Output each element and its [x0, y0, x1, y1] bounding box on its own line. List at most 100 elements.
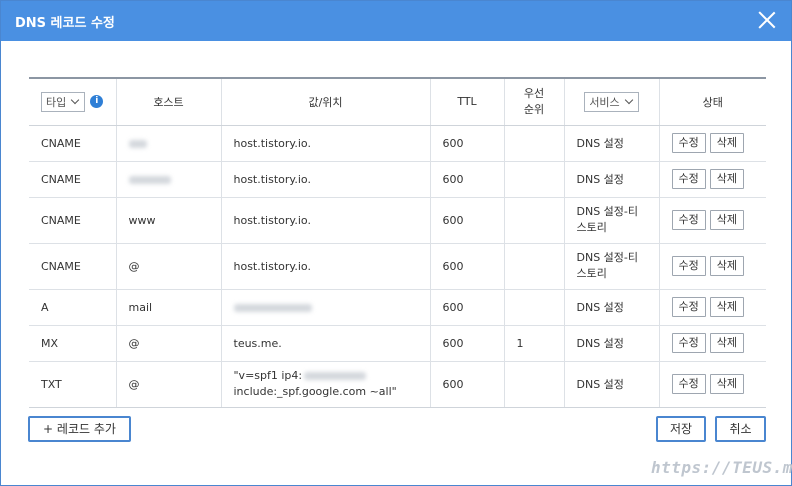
- cell-ttl: 600: [429, 243, 504, 290]
- cell-priority: [503, 361, 564, 408]
- chevron-down-icon: [624, 96, 633, 105]
- cell-priority: [503, 125, 564, 162]
- cell-value: host.tistory.io.: [220, 243, 430, 290]
- cell-priority: [503, 161, 564, 198]
- cell-type: CNAME: [29, 161, 116, 198]
- cell-type: A: [29, 289, 116, 326]
- cell-status: 수정 삭제: [658, 161, 766, 198]
- cell-ttl: 600: [429, 361, 504, 408]
- table-row: CNAME host.tistory.io. 600 DNS 설정 수정 삭제: [29, 125, 766, 162]
- cell-type: CNAME: [29, 197, 116, 244]
- dialog-titlebar: DNS 레코드 수정: [1, 1, 791, 41]
- table-row: TXT @ "v=spf1 ip4: include:_spf.google.c…: [29, 361, 766, 408]
- service-filter-select[interactable]: 서비스: [584, 91, 639, 112]
- cell-value: [220, 289, 430, 326]
- col-priority: 우선 순위: [503, 77, 564, 126]
- cell-host: @: [115, 361, 221, 408]
- type-filter-label: 타입: [46, 95, 67, 109]
- edit-button[interactable]: 수정: [671, 297, 706, 317]
- edit-button[interactable]: 수정: [671, 374, 706, 394]
- delete-button[interactable]: 삭제: [709, 333, 744, 353]
- col-ttl: TTL: [429, 77, 504, 126]
- col-status: 상태: [658, 77, 766, 126]
- delete-button[interactable]: 삭제: [709, 256, 744, 276]
- table-row: MX @ teus.me. 600 1 DNS 설정 수정 삭제: [29, 325, 766, 362]
- redacted-ip: [304, 372, 367, 380]
- cell-value: host.tistory.io.: [220, 197, 430, 244]
- edit-button[interactable]: 수정: [671, 133, 706, 153]
- cell-value: teus.me.: [220, 325, 430, 362]
- type-filter-select[interactable]: 타입: [41, 91, 86, 112]
- cell-host: [115, 125, 221, 162]
- table-row: A mail 600 DNS 설정 수정 삭제: [29, 289, 766, 326]
- cell-host: mail: [115, 289, 221, 326]
- cell-host: @: [115, 243, 221, 290]
- delete-button[interactable]: 삭제: [709, 210, 744, 230]
- dns-records-table: 타입 i 호스트 값/위치 TTL 우선 순위 서비스 상태 CNAME hos…: [29, 77, 766, 408]
- redacted-host: [128, 139, 147, 148]
- info-icon[interactable]: i: [90, 95, 104, 109]
- delete-button[interactable]: 삭제: [709, 297, 744, 317]
- txt-value-line1: "v=spf1 ip4:: [233, 369, 303, 382]
- watermark: https://TEUS.me: [651, 458, 792, 477]
- edit-button[interactable]: 수정: [671, 333, 706, 353]
- cell-priority: 1: [503, 325, 564, 362]
- table-row: CNAME www host.tistory.io. 600 DNS 설정-티 …: [29, 197, 766, 244]
- cell-value: "v=spf1 ip4: include:_spf.google.com ~al…: [220, 361, 430, 408]
- cell-type: MX: [29, 325, 116, 362]
- cell-service: DNS 설정: [563, 325, 659, 362]
- edit-button[interactable]: 수정: [671, 210, 706, 230]
- add-record-button[interactable]: + 레코드 추가: [28, 416, 131, 442]
- cell-status: 수정 삭제: [658, 325, 766, 362]
- cell-service: DNS 설정: [563, 161, 659, 198]
- cell-ttl: 600: [429, 289, 504, 326]
- table-header-row: 타입 i 호스트 값/위치 TTL 우선 순위 서비스 상태: [29, 77, 766, 126]
- col-type: 타입 i: [29, 77, 116, 126]
- chevron-down-icon: [71, 96, 80, 105]
- cell-value: host.tistory.io.: [220, 125, 430, 162]
- cell-service: DNS 설정: [563, 361, 659, 408]
- col-service: 서비스: [563, 77, 659, 126]
- dialog-title: DNS 레코드 수정: [15, 16, 115, 31]
- close-icon[interactable]: [757, 10, 777, 30]
- col-value: 값/위치: [220, 77, 430, 126]
- cell-ttl: 600: [429, 161, 504, 198]
- edit-button[interactable]: 수정: [671, 256, 706, 276]
- edit-button[interactable]: 수정: [671, 169, 706, 189]
- cell-ttl: 600: [429, 325, 504, 362]
- col-priority-label: 우선 순위: [523, 86, 545, 116]
- save-button[interactable]: 저장: [656, 416, 706, 442]
- cell-host: @: [115, 325, 221, 362]
- cell-status: 수정 삭제: [658, 361, 766, 408]
- delete-button[interactable]: 삭제: [709, 133, 744, 153]
- delete-button[interactable]: 삭제: [709, 374, 744, 394]
- cell-ttl: 600: [429, 197, 504, 244]
- cell-priority: [503, 289, 564, 326]
- cell-priority: [503, 197, 564, 244]
- cell-host: [115, 161, 221, 198]
- cell-type: TXT: [29, 361, 116, 408]
- delete-button[interactable]: 삭제: [709, 169, 744, 189]
- cell-host: www: [115, 197, 221, 244]
- cell-service: DNS 설정-티 스토리: [563, 197, 659, 244]
- cell-type: CNAME: [29, 243, 116, 290]
- table-row: CNAME host.tistory.io. 600 DNS 설정 수정 삭제: [29, 161, 766, 198]
- cell-status: 수정 삭제: [658, 197, 766, 244]
- cell-status: 수정 삭제: [658, 289, 766, 326]
- col-host: 호스트: [115, 77, 221, 126]
- cell-service: DNS 설정-티 스토리: [563, 243, 659, 290]
- dns-edit-dialog: DNS 레코드 수정 타입 i 호스트 값/위치 TTL 우선 순위 서비스 상…: [0, 0, 792, 486]
- cell-ttl: 600: [429, 125, 504, 162]
- redacted-host: [128, 175, 171, 184]
- cell-status: 수정 삭제: [658, 243, 766, 290]
- txt-value-line2: include:_spf.google.com ~all": [233, 385, 397, 398]
- cancel-button[interactable]: 취소: [715, 416, 766, 442]
- table-row: CNAME @ host.tistory.io. 600 DNS 설정-티 스토…: [29, 243, 766, 290]
- service-filter-label: 서비스: [589, 95, 620, 109]
- cell-value: host.tistory.io.: [220, 161, 430, 198]
- cell-service: DNS 설정: [563, 289, 659, 326]
- cell-service: DNS 설정: [563, 125, 659, 162]
- cell-priority: [503, 243, 564, 290]
- cell-type: CNAME: [29, 125, 116, 162]
- redacted-value: [233, 303, 312, 312]
